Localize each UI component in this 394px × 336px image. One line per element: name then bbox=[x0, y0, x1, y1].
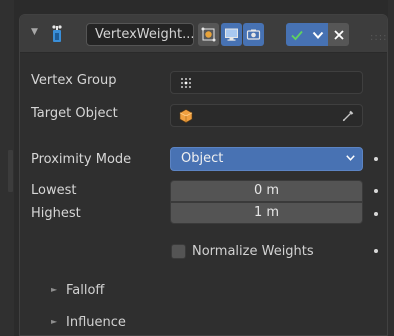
falloff-label: Falloff bbox=[66, 283, 105, 298]
modifier-panel: ▼ VertexWeight...:::: Vertex Group Targ… bbox=[19, 14, 388, 336]
modifier-name-input[interactable]: VertexWeight... bbox=[86, 23, 194, 46]
object-cube-icon bbox=[179, 109, 193, 123]
right-edge-strip bbox=[388, 0, 394, 336]
checkmark-icon bbox=[290, 30, 303, 40]
drag-handle-icon[interactable]: :::: bbox=[370, 32, 387, 43]
render-toggle[interactable] bbox=[243, 23, 264, 46]
apply-button[interactable] bbox=[286, 23, 307, 46]
modifier-header: ▼ VertexWeight...:::: bbox=[20, 15, 387, 53]
proximity-mode-label: Proximity Mode bbox=[31, 152, 132, 167]
resize-notch bbox=[8, 150, 13, 192]
camera-icon bbox=[246, 29, 261, 40]
target-object-field[interactable] bbox=[170, 104, 363, 127]
vertex-group-icon bbox=[181, 78, 191, 88]
expand-arrow-icon: ► bbox=[51, 285, 58, 294]
proximity-mode-value: Object bbox=[181, 151, 224, 166]
proximity-mode-select[interactable]: Object bbox=[170, 147, 363, 171]
vertex-weight-modifier-icon bbox=[52, 25, 62, 42]
collapse-chevron-icon[interactable]: ▼ bbox=[31, 27, 38, 37]
normalize-weights-label: Normalize Weights bbox=[192, 243, 314, 259]
edit-mode-icon bbox=[201, 27, 216, 42]
close-icon bbox=[333, 29, 344, 40]
lowest-input[interactable]: 0 m bbox=[170, 180, 363, 202]
monitor-icon bbox=[225, 28, 238, 41]
normalize-weights-checkbox[interactable] bbox=[171, 243, 186, 259]
influence-subpanel-header[interactable]: ► Influence bbox=[20, 307, 387, 335]
highest-label: Highest bbox=[31, 206, 81, 221]
normalize-weights-row[interactable]: Normalize Weights bbox=[171, 242, 314, 260]
keyframe-dot[interactable] bbox=[374, 189, 378, 193]
falloff-subpanel-header[interactable]: ► Falloff bbox=[20, 275, 387, 307]
extras-dropdown-button[interactable] bbox=[307, 23, 328, 46]
viewport-display-toggle[interactable] bbox=[221, 23, 242, 46]
remove-modifier-button[interactable] bbox=[328, 23, 349, 46]
keyframe-dot[interactable] bbox=[374, 157, 378, 161]
vertex-group-field[interactable] bbox=[170, 71, 363, 94]
eyedropper-icon[interactable] bbox=[342, 109, 355, 122]
chevron-down-icon bbox=[346, 155, 355, 161]
highest-input[interactable]: 1 m bbox=[170, 202, 363, 224]
target-object-label: Target Object bbox=[31, 106, 118, 121]
expand-arrow-icon: ► bbox=[51, 317, 58, 326]
keyframe-dot[interactable] bbox=[374, 249, 378, 253]
left-edge-strip bbox=[0, 0, 14, 336]
keyframe-dot[interactable] bbox=[374, 212, 378, 216]
lowest-label: Lowest bbox=[31, 183, 77, 198]
vertex-group-label: Vertex Group bbox=[31, 73, 117, 88]
edit-mode-toggle[interactable] bbox=[198, 23, 219, 46]
influence-label: Influence bbox=[66, 315, 126, 330]
chevron-down-icon bbox=[312, 31, 323, 39]
